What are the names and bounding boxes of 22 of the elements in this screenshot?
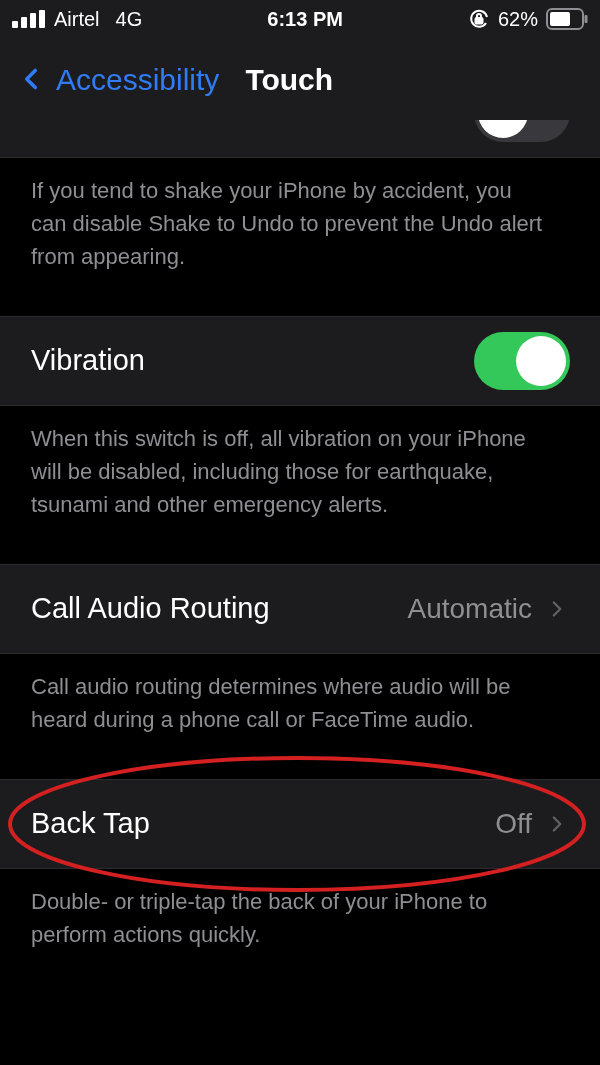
status-time: 6:13 PM: [267, 7, 343, 32]
page-title: Touch: [245, 61, 334, 98]
section-footer: When this switch is off, all vibration on your iPhone will be disabled, including those for earthquake, tsunami and other emergency alerts.: [0, 406, 600, 564]
section-footer: If you tend to shake your iPhone by accident, you can disable Shake to Undo to prevent the Undo alert from appearing.: [0, 158, 600, 316]
row-title: Back Tap: [31, 806, 150, 842]
row-title: Vibration: [31, 343, 145, 379]
row-value: Automatic: [407, 592, 532, 626]
settings-row[interactable]: Vibration: [0, 316, 600, 406]
settings-row[interactable]: Back Tap Off: [0, 779, 600, 869]
back-button[interactable]: Accessibility: [14, 56, 220, 102]
carrier-label: Airtel: [54, 7, 100, 32]
settings-row[interactable]: Call Audio Routing Automatic: [0, 564, 600, 654]
row-value: Off: [495, 807, 532, 841]
row-title: Call Audio Routing: [31, 591, 270, 627]
signal-icon: [12, 10, 46, 28]
section-footer: Double- or triple-tap the back of your iPhone to perform actions quickly.: [0, 869, 600, 994]
battery-icon: [546, 8, 588, 30]
rotation-lock-icon: [467, 8, 490, 30]
battery-percent: 62%: [497, 7, 538, 32]
section-footer: Call audio routing determines where audio will be heard during a phone call or FaceTime audio.: [0, 654, 600, 779]
network-label: 4G: [115, 7, 143, 32]
toggle-switch[interactable]: [474, 332, 570, 390]
